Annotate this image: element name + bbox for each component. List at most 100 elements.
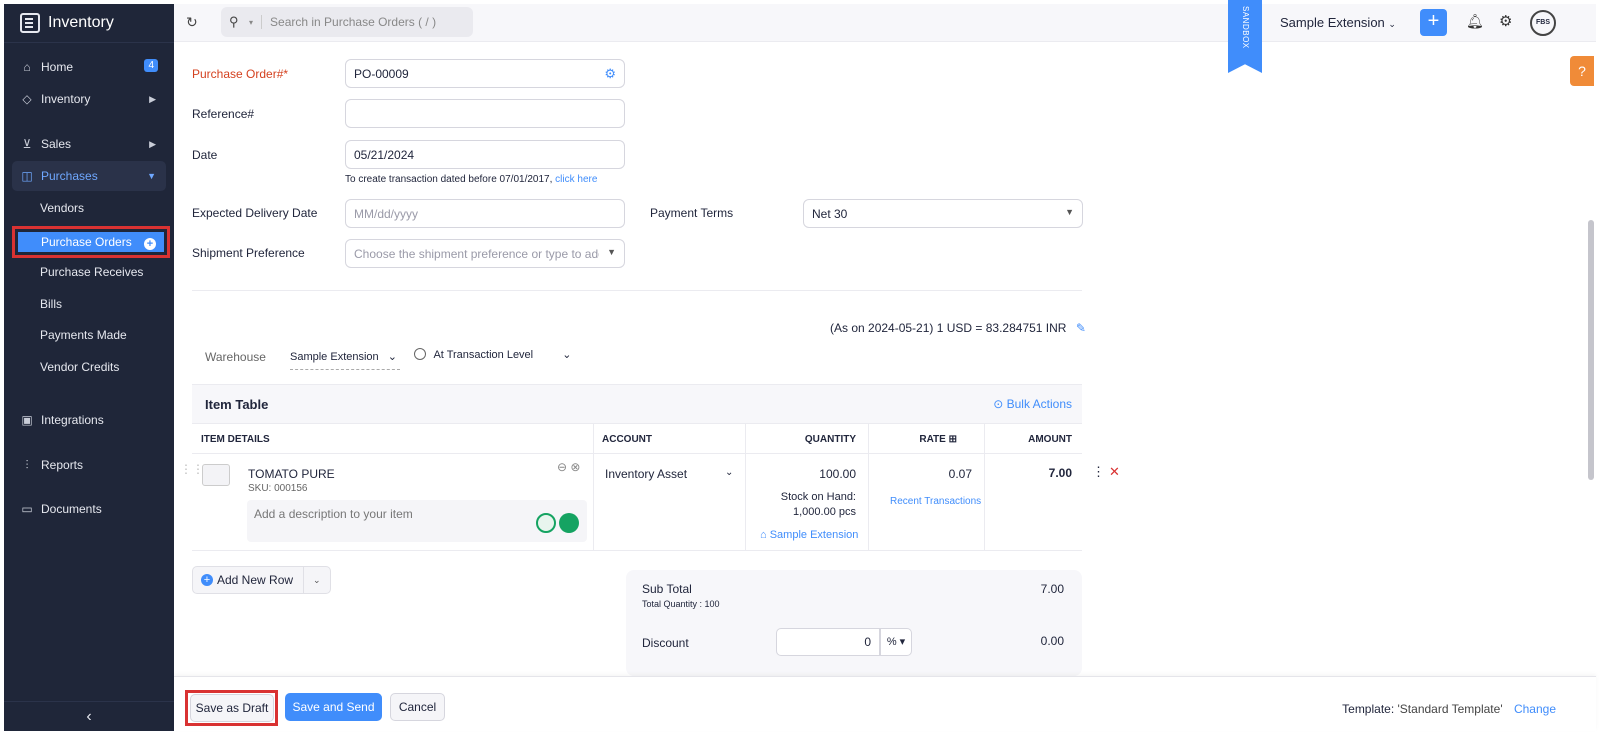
click-here-link[interactable]: click here bbox=[555, 174, 597, 185]
sidebar-item-integrations[interactable]: ▣ Integrations bbox=[12, 405, 166, 435]
discount-unit-select[interactable]: % ▾ bbox=[880, 628, 912, 656]
column-item-details: ITEM DETAILS bbox=[201, 434, 270, 445]
sidebar-subitem-purchase-orders[interactable]: Purchase Orders + bbox=[18, 232, 164, 252]
sidebar-item-documents[interactable]: ▭ Documents bbox=[12, 494, 166, 524]
org-name: Sample Extension bbox=[1280, 15, 1385, 30]
grammarly-icon[interactable] bbox=[559, 513, 579, 533]
cancel-button[interactable]: Cancel bbox=[390, 693, 445, 721]
warehouse-select[interactable]: Sample Extension ⌄ bbox=[290, 350, 400, 370]
recent-history-icon[interactable]: ↻ bbox=[186, 14, 198, 31]
stock-on-hand: Stock on Hand: 1,000.00 pcs bbox=[781, 490, 856, 520]
sidebar-item-label: Purchase Orders bbox=[41, 235, 132, 249]
remove-item-icon[interactable]: ⊗ bbox=[570, 460, 580, 474]
sidebar-subitem-bills[interactable]: Bills bbox=[40, 292, 62, 316]
table-row: ⋮⋮ TOMATO PURE SKU: 000156 ⊖ ⊗ Add a des… bbox=[180, 454, 1120, 551]
reference-field[interactable] bbox=[345, 99, 625, 128]
lightbulb-icon[interactable] bbox=[536, 513, 556, 533]
home-icon: ⌂ bbox=[23, 60, 31, 74]
change-template-link[interactable]: Change bbox=[1514, 702, 1556, 716]
sidebar-item-label: Home bbox=[41, 60, 74, 74]
row-actions: ⋮ ✕ bbox=[1092, 464, 1120, 480]
recent-transactions-link[interactable]: Recent Transactions bbox=[890, 496, 981, 507]
item-actions: ⊖ ⊗ bbox=[557, 460, 580, 474]
sidebar-subitem-purchase-orders-highlight: Purchase Orders + bbox=[12, 226, 170, 258]
sidebar-item-label: Inventory bbox=[41, 92, 91, 106]
quick-create-button[interactable]: + bbox=[1420, 9, 1447, 36]
item-table-columns: ITEM DETAILS ACCOUNT QUANTITY RATE ⊞ AMO… bbox=[192, 424, 1082, 454]
warehouse-link[interactable]: ⌂ Sample Extension bbox=[760, 529, 858, 541]
sidebar-subitem-vendor-credits[interactable]: Vendor Credits bbox=[40, 355, 119, 379]
account-select[interactable]: Inventory Asset ⌄ bbox=[605, 467, 733, 481]
plus-circle-icon: + bbox=[201, 574, 213, 586]
save-and-send-button[interactable]: Save and Send bbox=[285, 693, 382, 721]
sidebar-item-sales[interactable]: ⊻ Sales ▶ bbox=[12, 129, 166, 159]
warehouse-label: Warehouse bbox=[205, 350, 266, 364]
chevron-down-icon: ⌄ bbox=[1388, 19, 1396, 29]
date-hint: To create transaction dated before 07/01… bbox=[345, 174, 597, 185]
sidebar-item-home[interactable]: ⌂ Home 4 bbox=[12, 52, 166, 82]
stock-value: 1,000.00 pcs bbox=[793, 506, 856, 518]
building-icon: ⌂ bbox=[760, 529, 767, 541]
expected-delivery-label: Expected Delivery Date bbox=[192, 206, 318, 220]
avatar[interactable]: FBS bbox=[1530, 10, 1556, 36]
rate-input[interactable]: 0.07 bbox=[949, 467, 972, 481]
sidebar-item-label: Documents bbox=[41, 502, 102, 516]
shipment-preference-select[interactable]: Choose the shipment preference or type t… bbox=[345, 239, 625, 268]
app-brand[interactable]: Inventory bbox=[4, 4, 174, 43]
search-bar[interactable]: ⚲ ▾ Search in Purchase Orders ( / ) bbox=[221, 7, 473, 37]
help-button[interactable]: ? bbox=[1570, 56, 1594, 86]
add-purchase-order-icon[interactable]: + bbox=[144, 238, 156, 250]
quantity-input[interactable]: 100.00 bbox=[819, 467, 856, 481]
folder-icon: ▭ bbox=[21, 502, 33, 516]
add-row-options-button[interactable]: ⌄ bbox=[304, 575, 330, 586]
sidebar-item-label: Integrations bbox=[41, 413, 104, 427]
edit-pencil-icon[interactable]: ✎ bbox=[1076, 321, 1086, 335]
caret-right-icon: ▶ bbox=[149, 93, 156, 104]
expected-delivery-field[interactable]: MM/dd/yyyy bbox=[345, 199, 625, 228]
gear-icon[interactable]: ⚙ bbox=[604, 66, 616, 82]
sidebar-subitem-vendors[interactable]: Vendors bbox=[40, 196, 84, 220]
search-input[interactable]: Search in Purchase Orders ( / ) bbox=[261, 15, 436, 29]
chevron-down-icon[interactable]: ▾ bbox=[249, 18, 253, 27]
column-quantity: QUANTITY bbox=[804, 434, 856, 445]
sidebar-item-label: Sales bbox=[41, 137, 72, 151]
scrollbar[interactable] bbox=[1588, 220, 1594, 480]
date-field[interactable]: 05/21/2024 bbox=[345, 140, 625, 169]
reports-icon: ⫶ bbox=[25, 457, 29, 472]
account-value: Inventory Asset bbox=[605, 467, 688, 481]
po-number-field[interactable]: PO-00009 ⚙ bbox=[345, 59, 625, 88]
organization-switcher[interactable]: Sample Extension ⌄ bbox=[1280, 15, 1396, 30]
notifications-icon[interactable]: 🔔︎ bbox=[1466, 13, 1484, 30]
section-divider bbox=[192, 290, 1082, 291]
bulk-actions-button[interactable]: ⊙ Bulk Actions bbox=[993, 397, 1072, 411]
sidebar-item-inventory[interactable]: ◇ Inventory ▶ bbox=[12, 84, 166, 114]
add-new-row-label: Add New Row bbox=[217, 573, 294, 587]
more-options-icon[interactable]: ⊖ bbox=[557, 460, 567, 474]
save-as-draft-button[interactable]: Save as Draft bbox=[190, 694, 274, 722]
sidebar-collapse-button[interactable]: ‹ bbox=[4, 701, 174, 731]
calculator-icon[interactable]: ⊞ bbox=[949, 434, 957, 445]
drag-handle-icon[interactable]: ⋮⋮ bbox=[180, 462, 204, 476]
payment-terms-select[interactable]: Net 30 ▼ bbox=[803, 199, 1083, 228]
tax-level-select[interactable]: At Transaction Level ⌄ bbox=[414, 348, 571, 361]
sidebar-subitem-purchase-receives[interactable]: Purchase Receives bbox=[40, 260, 143, 284]
delete-row-icon[interactable]: ✕ bbox=[1109, 464, 1120, 479]
item-description-input[interactable]: Add a description to your item bbox=[247, 500, 587, 542]
add-new-row-button[interactable]: + Add New Row bbox=[193, 567, 305, 593]
exchange-rate: (As on 2024-05-21) 1 USD = 83.284751 INR… bbox=[830, 321, 1086, 335]
sidebar-item-reports[interactable]: ⫶ Reports bbox=[12, 450, 166, 480]
sandbox-label: SANDBOX bbox=[1241, 6, 1250, 49]
home-badge: 4 bbox=[144, 59, 158, 72]
kebab-menu-icon[interactable]: ⋮ bbox=[1092, 464, 1105, 479]
discount-input[interactable]: 0 bbox=[776, 628, 880, 656]
sidebar-subitem-payments-made[interactable]: Payments Made bbox=[40, 323, 127, 347]
sidebar-item-purchases[interactable]: ◫ Purchases ▼ bbox=[12, 161, 166, 191]
template-label: Template: bbox=[1342, 702, 1395, 716]
description-placeholder: Add a description to your item bbox=[254, 507, 413, 521]
shipment-placeholder: Choose the shipment preference or type t… bbox=[354, 246, 599, 261]
discount-label: Discount bbox=[642, 636, 689, 650]
item-table-title: Item Table bbox=[205, 396, 269, 412]
sidebar: Inventory ⌂ Home 4 ◇ Inventory ▶ ⊻ Sales… bbox=[4, 4, 174, 731]
settings-icon[interactable]: ⚙ bbox=[1499, 12, 1512, 30]
discount-unit-value: % bbox=[886, 636, 897, 648]
